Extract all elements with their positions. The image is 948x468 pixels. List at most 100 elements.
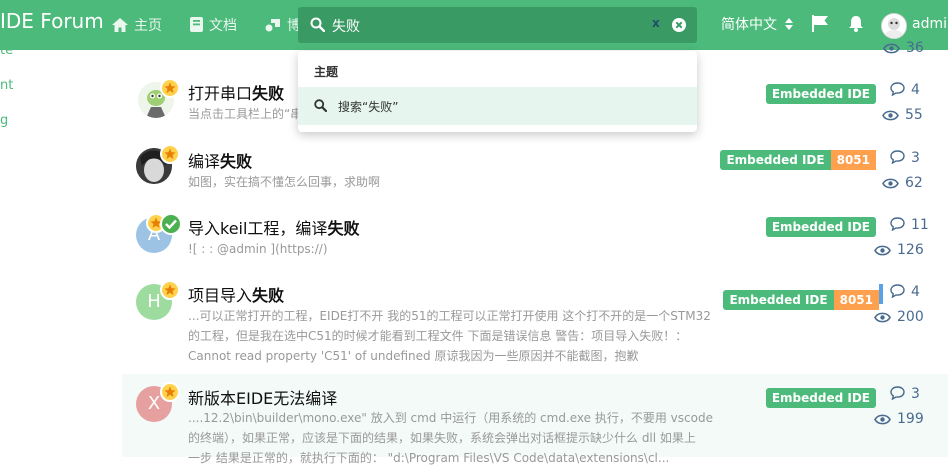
search-suggestion-label: 搜索“失败”: [338, 100, 399, 114]
search-box[interactable]: 失败 x: [298, 7, 697, 43]
discussion-row[interactable]: X 新版本EIDE无法编译 ....12.2\bin\builder\mono.…: [122, 374, 948, 465]
star-icon: [164, 82, 176, 93]
tag-embedded-ide[interactable]: Embedded IDE: [723, 290, 834, 310]
eye-icon: [883, 43, 900, 54]
username[interactable]: admin: [912, 16, 948, 32]
tag-embedded-ide[interactable]: Embedded IDE: [765, 217, 876, 237]
tag-embedded-ide[interactable]: Embedded IDE: [720, 150, 831, 170]
discussion-title[interactable]: 编译失败: [188, 148, 252, 172]
discussion-title[interactable]: 导入keil工程，编译失败: [188, 215, 359, 239]
pinned-badge: [160, 280, 180, 300]
discussion-title[interactable]: 新版本EIDE无法编译: [188, 385, 337, 409]
flag-icon[interactable]: [812, 15, 828, 32]
reply-count: 11: [890, 217, 929, 233]
discussion-title[interactable]: 打开串口失败: [188, 80, 284, 104]
title-prefix: 导入keil工程，编译: [188, 219, 328, 238]
blog-icon: [265, 19, 280, 32]
sidebar-item-2[interactable]: nt: [0, 78, 13, 93]
excerpt-line: ...可以正常打开的工程，EIDE打不开 我的51的工程可以正常打开使用 这个打…: [188, 309, 711, 323]
view-count: 126: [874, 242, 924, 258]
solved-badge: [160, 213, 182, 235]
eye-icon: [882, 110, 899, 121]
dropdown-section-title: 主题: [314, 65, 339, 79]
view-count: 62: [882, 175, 923, 191]
pinned-badge: [160, 144, 180, 164]
discussion-row[interactable]: 编译失败 如图，实在搞不懂怎么回事，求助啊 Embedded IDE 8051 3…: [122, 138, 948, 198]
book-icon: [190, 17, 203, 32]
sidebar-item-3[interactable]: g: [0, 113, 8, 128]
reply-count: 4: [890, 284, 920, 300]
eye-icon: [874, 312, 891, 323]
forum-brand[interactable]: IDE Forum: [0, 9, 104, 33]
language-select[interactable]: 简体中文: [721, 14, 794, 34]
star-icon: [164, 386, 176, 397]
view-count-value: 62: [905, 175, 923, 191]
user-avatar[interactable]: [881, 13, 907, 39]
nav-home-label: 主页: [134, 18, 162, 34]
reply-count: 4: [890, 82, 920, 98]
reply-count-value: 4: [911, 82, 920, 98]
reply-count-value: 11: [911, 217, 929, 233]
view-count-value: 55: [905, 107, 923, 123]
nav-docs-label: 文档: [209, 18, 237, 34]
title-highlight: 失败: [220, 152, 253, 171]
language-label: 简体中文: [721, 17, 777, 33]
comment-icon: [890, 150, 905, 165]
title-prefix: 项目导入: [188, 286, 253, 305]
view-count: 55: [882, 107, 923, 123]
star-icon: [164, 148, 176, 159]
comment-icon: [890, 217, 905, 232]
discussion-title[interactable]: 项目导入失败: [188, 282, 284, 306]
discussion-row[interactable]: H 项目导入失败 ...可以正常打开的工程，EIDE打不开 我的51的工程可以正…: [122, 272, 948, 368]
clear-search-icon[interactable]: [672, 18, 686, 32]
discussion-excerpt: ![ : : @admin ](https://): [188, 242, 328, 256]
tag-8051[interactable]: 8051: [830, 150, 876, 170]
excerpt-line: 的工程，但是我在选中C51的时候才能看到工程文件 下面是错误信息 警告：项目导入…: [188, 329, 688, 343]
discussion-row[interactable]: A 导入keil工程，编译失败 ![ : : @admin ](https://…: [122, 205, 948, 267]
title-highlight: 失败: [252, 84, 285, 103]
tag-list: Embedded IDE 8051: [723, 284, 883, 310]
sidebar-item-1[interactable]: te: [0, 43, 13, 58]
reply-count-value: 3: [911, 386, 920, 402]
top-stat-value: 36: [906, 40, 924, 56]
view-count-value: 126: [897, 242, 924, 258]
comment-icon: [890, 82, 905, 97]
discussion-excerpt: ....12.2\bin\builder\mono.exe" 放入到 cmd 中…: [188, 408, 748, 468]
view-count: 200: [874, 309, 924, 325]
star-icon: [164, 284, 176, 295]
title-prefix: 编译: [188, 152, 221, 171]
tag-embedded-ide[interactable]: Embedded IDE: [765, 388, 876, 408]
nav-home[interactable]: 主页: [112, 15, 162, 35]
pinned-badge: [160, 78, 180, 98]
discussion-excerpt: 当点击工具栏上的“串: [188, 107, 303, 121]
top-header: IDE Forum 主页 文档 博 失败 x 简体中文 admin: [0, 0, 948, 50]
excerpt-line: 的终端），如果正常，应该是下面的结果，如果失败，系统会弹出对话框提示缺少什么 d…: [188, 431, 696, 445]
search-input[interactable]: 失败: [332, 16, 360, 36]
eye-icon: [874, 245, 891, 256]
nav-docs[interactable]: 文档: [190, 15, 237, 35]
tag-list: Embedded IDE: [765, 217, 876, 237]
title-highlight: 失败: [327, 219, 360, 238]
bell-icon[interactable]: [848, 15, 864, 32]
search-dropdown: 主题 搜索“失败”: [298, 51, 697, 132]
pinned-badge: [160, 382, 180, 402]
reply-count: 3: [890, 386, 920, 402]
tag-8051[interactable]: 8051: [833, 290, 879, 310]
search-suggestion[interactable]: 搜索“失败”: [298, 87, 697, 125]
discussion-excerpt: ...可以正常打开的工程，EIDE打不开 我的51的工程可以正常打开使用 这个打…: [188, 306, 748, 366]
eye-icon: [882, 178, 899, 189]
comment-icon: [890, 284, 905, 299]
eye-icon: [874, 414, 891, 425]
home-icon: [112, 18, 128, 32]
tag-embedded-ide[interactable]: Embedded IDE: [765, 84, 876, 104]
excerpt-line: ....12.2\bin\builder\mono.exe" 放入到 cmd 中…: [188, 411, 713, 425]
top-partial-stat: 36: [883, 40, 924, 56]
discussion-excerpt: 如图，实在搞不懂怎么回事，求助啊: [188, 175, 381, 189]
avatar-image: [885, 18, 903, 38]
reply-count-value: 4: [911, 284, 920, 300]
search-icon: [310, 17, 325, 32]
sort-icon: [785, 18, 794, 30]
view-count-value: 200: [897, 309, 924, 325]
nav-blog[interactable]: 博: [265, 15, 301, 35]
tag-overflow[interactable]: [879, 284, 883, 304]
